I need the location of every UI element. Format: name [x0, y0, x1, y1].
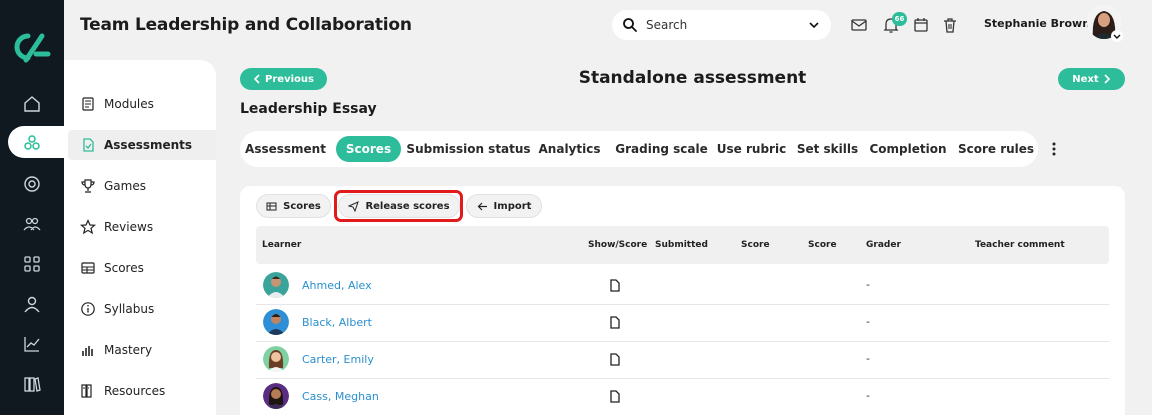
column-teacher-comment[interactable]: Teacher comment: [975, 240, 1065, 250]
document-icon[interactable]: [609, 316, 621, 329]
sidebar-item-label: Mastery: [104, 343, 153, 357]
previous-label: Previous: [265, 73, 314, 85]
modules-active-icon[interactable]: [20, 131, 44, 155]
tab-grading-scale[interactable]: Grading scale: [614, 136, 709, 162]
document-icon[interactable]: [609, 279, 621, 292]
tab-completion[interactable]: Completion: [868, 136, 948, 162]
grader-value: -: [866, 278, 870, 291]
learner-avatar: [263, 346, 289, 372]
arrow-left-icon: [477, 202, 487, 210]
trash-icon[interactable]: [941, 16, 959, 34]
column-show-score[interactable]: Show/Score: [588, 240, 647, 250]
sidebar-item-label: Scores: [104, 261, 144, 275]
learner-avatar: [263, 272, 289, 298]
sidebar-item-label: Syllabus: [104, 302, 155, 316]
column-grader[interactable]: Grader: [866, 240, 901, 250]
search-input[interactable]: Search: [646, 18, 807, 32]
grader-value: -: [866, 352, 870, 365]
table-icon: [81, 262, 95, 274]
chart-icon[interactable]: [20, 332, 44, 356]
assessment-name: Leadership Essay: [240, 101, 377, 117]
table-row: Black, Albert -: [256, 305, 1109, 342]
sidebar-item-assessments[interactable]: Assessments: [68, 130, 216, 160]
calendar-icon[interactable]: [912, 16, 930, 34]
chevron-left-icon: [253, 74, 260, 84]
library-icon[interactable]: [20, 372, 44, 396]
import-button[interactable]: Import: [466, 194, 542, 218]
user-name[interactable]: Stephanie Brown: [984, 17, 1090, 30]
column-score[interactable]: Score: [741, 240, 770, 250]
notification-badge: 66: [892, 12, 907, 26]
table-icon: [266, 202, 277, 210]
learner-name-link[interactable]: Cass, Meghan: [302, 390, 379, 403]
tab-assessment[interactable]: Assessment: [244, 136, 327, 162]
page-title: Standalone assessment: [578, 68, 807, 88]
learner-name-link[interactable]: Carter, Emily: [302, 353, 374, 366]
brand-logo[interactable]: [12, 30, 52, 64]
table-row: Carter, Emily -: [256, 342, 1109, 379]
search-box[interactable]: Search: [612, 10, 831, 40]
table-row: Ahmed, Alex -: [256, 268, 1109, 305]
trophy-icon: [81, 179, 95, 193]
document-icon[interactable]: [609, 390, 621, 403]
tab-use-rubric[interactable]: Use rubric: [717, 136, 786, 162]
assessment-tabs: Assessment Scores Submission status Anal…: [240, 131, 1038, 167]
user-icon[interactable]: [20, 292, 44, 316]
chevron-right-icon: [1104, 74, 1110, 84]
release-scores-highlight: [334, 190, 463, 222]
sidebar-item-modules[interactable]: Modules: [64, 89, 216, 119]
learner-avatar: [263, 309, 289, 335]
sidebar-item-reviews[interactable]: Reviews: [64, 212, 216, 242]
app-title: Team Leadership and Collaboration: [80, 15, 412, 35]
learner-name-link[interactable]: Ahmed, Alex: [302, 279, 372, 292]
tab-score-rules[interactable]: Score rules: [958, 136, 1034, 162]
grid-icon[interactable]: [20, 252, 44, 276]
sidebar-item-label: Reviews: [104, 220, 154, 234]
column-submitted[interactable]: Submitted: [655, 240, 708, 250]
scores-view-label: Scores: [283, 200, 321, 212]
chevron-down-icon[interactable]: [807, 18, 821, 32]
course-sidebar: Modules Assessments Games Reviews Scores…: [64, 60, 216, 415]
previous-button[interactable]: Previous: [240, 68, 327, 90]
sidebar-item-mastery[interactable]: Mastery: [64, 335, 216, 365]
sidebar-item-resources[interactable]: Resources: [64, 376, 216, 406]
grader-value: -: [866, 315, 870, 328]
mail-icon[interactable]: [850, 16, 868, 34]
learner-name-link[interactable]: Black, Albert: [302, 316, 372, 329]
scores-view-button[interactable]: Scores: [256, 194, 331, 218]
target-icon[interactable]: [20, 172, 44, 196]
sidebar-item-label: Resources: [104, 384, 166, 398]
star-icon: [80, 219, 96, 235]
table-row: Cass, Meghan -: [256, 379, 1109, 415]
sidebar-item-scores[interactable]: Scores: [64, 253, 216, 283]
more-options-icon[interactable]: [1046, 140, 1062, 158]
next-label: Next: [1072, 73, 1099, 85]
sidebar-item-label: Assessments: [104, 138, 193, 152]
tab-scores[interactable]: Scores: [336, 136, 401, 162]
account-chevron-icon[interactable]: [1111, 30, 1123, 42]
document-list-icon: [82, 97, 94, 111]
import-label: Import: [493, 200, 532, 212]
sidebar-item-syllabus[interactable]: Syllabus: [64, 294, 216, 324]
info-icon: [81, 302, 95, 316]
sidebar-item-games[interactable]: Games: [64, 171, 216, 201]
app-rail: [0, 0, 70, 415]
tab-submission-status[interactable]: Submission status: [406, 136, 530, 162]
bar-chart-icon: [82, 346, 93, 356]
learner-avatar: [263, 383, 289, 409]
tab-set-skills[interactable]: Set skills: [797, 136, 858, 162]
assessment-icon: [83, 138, 94, 152]
sidebar-item-label: Games: [104, 179, 146, 193]
tab-analytics[interactable]: Analytics: [536, 136, 603, 162]
document-icon[interactable]: [609, 353, 621, 366]
books-icon: [81, 384, 92, 398]
search-icon: [623, 18, 637, 32]
column-learner[interactable]: Learner: [262, 240, 301, 250]
grader-value: -: [866, 389, 870, 402]
home-icon[interactable]: [20, 92, 44, 116]
people-icon[interactable]: [20, 212, 44, 236]
next-button[interactable]: Next: [1058, 68, 1125, 90]
column-score-2[interactable]: Score: [808, 240, 837, 250]
sidebar-item-label: Modules: [104, 97, 154, 111]
